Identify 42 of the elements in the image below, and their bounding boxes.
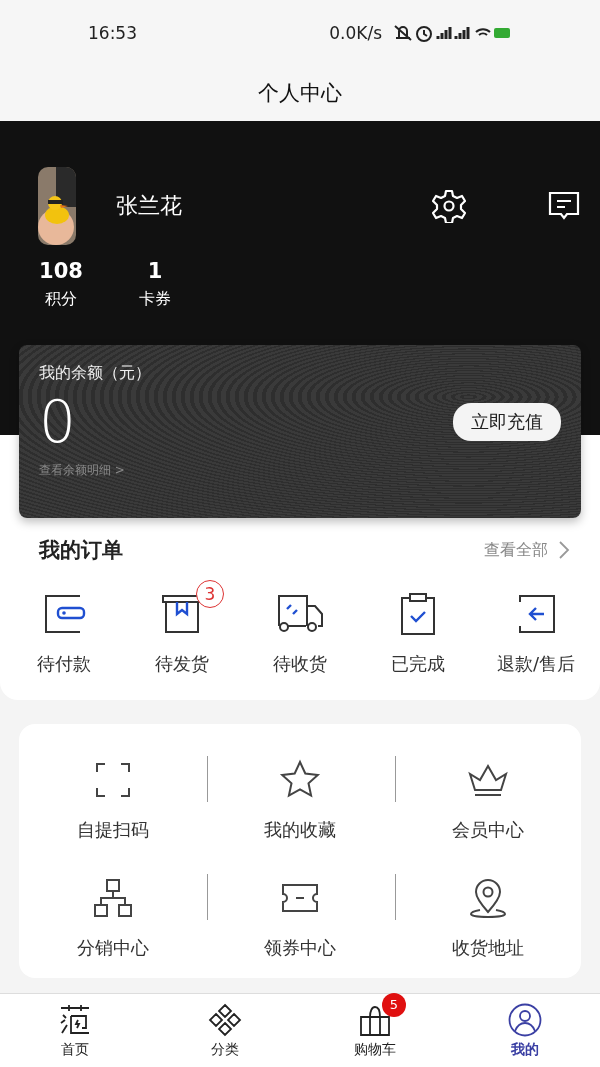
recharge-button[interactable]: 立即充值: [453, 403, 561, 441]
category-icon: [208, 1002, 242, 1037]
signal-icon: [436, 25, 452, 40]
count-badge: 5: [382, 992, 406, 1017]
message-icon[interactable]: [548, 191, 580, 221]
wifi-icon: [475, 27, 491, 36]
order-status-item[interactable]: 待付款: [5, 578, 123, 676]
service-item[interactable]: 会员中心: [393, 742, 581, 860]
chevron-icon: [558, 540, 570, 560]
order-status-item[interactable]: 待收货: [241, 578, 359, 676]
service-item[interactable]: 分销中心: [19, 860, 207, 978]
settings-icon[interactable]: [432, 189, 466, 223]
status-time: 16:53: [88, 22, 137, 43]
section-title: 我的订单: [39, 537, 123, 564]
logo-icon: [58, 1002, 92, 1037]
user-icon: [508, 1002, 542, 1037]
service-item[interactable]: 领券中心: [206, 860, 394, 978]
user-name: 张兰花: [116, 192, 183, 220]
balance-amount: 0: [39, 388, 76, 456]
balance-label: 我的余额（元）: [39, 363, 152, 384]
order-status-item[interactable]: 3 待发货: [123, 578, 241, 676]
tab-item[interactable]: 我的: [450, 994, 600, 1067]
alarm-icon: [416, 25, 432, 42]
page-title: 个人中心: [258, 80, 342, 107]
order-status-item[interactable]: 退款/售后: [477, 578, 595, 676]
stat-label: 积分: [45, 289, 77, 310]
service-item[interactable]: 收货地址: [393, 860, 581, 978]
service-item[interactable]: 我的收藏: [206, 742, 394, 860]
stat-value: 1: [147, 259, 163, 283]
tab-item[interactable]: 首页: [0, 994, 150, 1067]
stat-label: 卡券: [139, 289, 171, 310]
battery-icon: [494, 27, 510, 38]
service-item[interactable]: 自提扫码: [19, 742, 207, 860]
view-all-link[interactable]: 查看全部: [484, 539, 570, 561]
count-badge: 3: [196, 580, 224, 608]
tab-item[interactable]: 分类: [150, 994, 300, 1067]
network-speed: 0.0K/s: [329, 22, 382, 43]
bell-muted-icon: [394, 24, 412, 41]
signal-icon: [454, 25, 470, 40]
tab-item[interactable]: 5 购物车: [300, 994, 450, 1067]
stat-value: 108: [39, 259, 83, 283]
order-status-item[interactable]: 已完成: [359, 578, 477, 676]
